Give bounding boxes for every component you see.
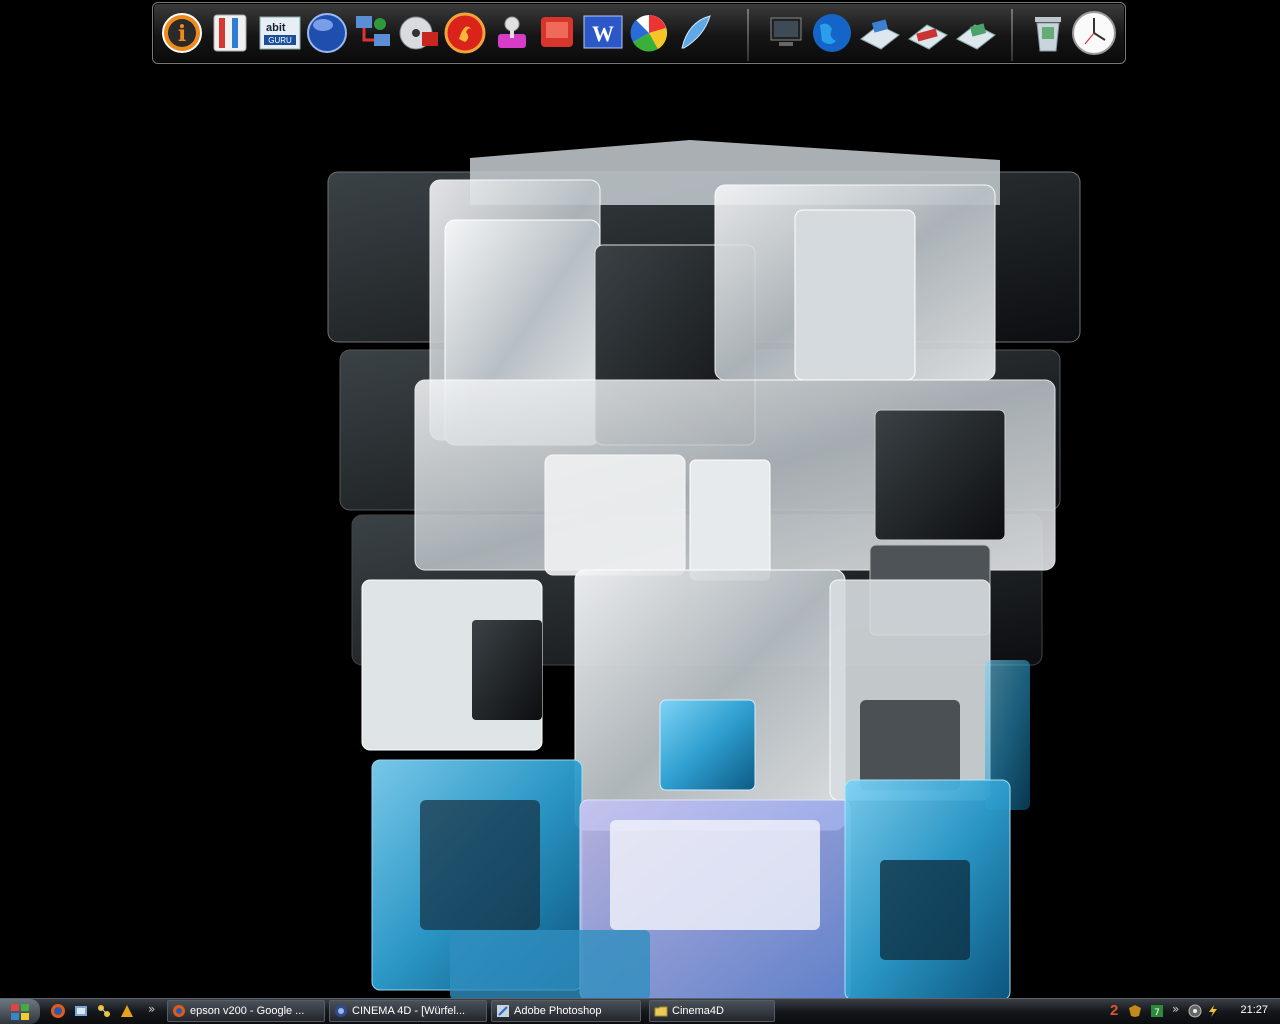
tray-lightning-icon[interactable] [1206,1004,1220,1018]
task-button-firefox[interactable]: epson v200 - Google ... [167,1000,325,1022]
tray-shield-icon[interactable] [1128,1004,1142,1018]
system-tray: 2 7 » 21:27 [1110,999,1280,1024]
task-label: epson v200 - Google ... [190,1005,305,1017]
task-label: Cinema4D [672,1005,724,1017]
globe-icon[interactable] [809,10,855,56]
recycle-bin-icon[interactable] [1025,10,1071,56]
quicklaunch-more-chevron[interactable]: » [148,1002,155,1016]
explorer-quicklaunch-icon[interactable] [73,1003,89,1019]
keys-icon[interactable] [488,10,534,56]
folder-icon [654,1006,668,1017]
firefox-quicklaunch-icon[interactable] [50,1003,66,1019]
feather-icon[interactable] [672,10,718,56]
svg-text:abit: abit [266,22,286,34]
photos-folder-icon[interactable] [857,10,903,56]
start-button[interactable] [0,999,40,1024]
video-folder-icon[interactable] [905,10,951,56]
task-button-photoshop[interactable]: Adobe Photoshop [491,1000,641,1022]
svg-text:i: i [178,21,186,47]
photo-app-icon[interactable] [534,10,580,56]
taskbar: » epson v200 - Google ... CINEMA 4D - [W… [0,998,1280,1024]
clock-icon[interactable] [1071,10,1117,56]
firefox-icon[interactable] [442,10,488,56]
tray-expand-chevron[interactable]: » [1172,1002,1179,1016]
task-label: Adobe Photoshop [514,1005,602,1017]
picasa-icon[interactable] [626,10,672,56]
firefox-icon [173,1005,185,1017]
dock-separator [1011,9,1013,61]
network-icon[interactable] [350,10,396,56]
svg-text:GURU: GURU [268,36,292,45]
dock-separator [747,9,749,61]
winamp-quicklaunch-icon[interactable] [119,1003,135,1019]
svg-text:W: W [592,21,614,46]
task-button-cinema4d[interactable]: CINEMA 4D - [Würfel... [329,1000,487,1022]
cinema4d-icon [335,1005,347,1017]
dvd-burn-icon[interactable] [396,10,442,56]
windows-logo-icon [11,1003,29,1020]
images-folder-icon[interactable] [953,10,999,56]
info-icon[interactable]: i [159,10,205,56]
task-button-cinema4d-folder[interactable]: Cinema4D [649,1000,775,1022]
thermometer-icon[interactable] [207,10,253,56]
blue-orb-icon[interactable] [304,10,350,56]
tray-green-icon[interactable]: 7 [1150,1004,1164,1018]
volume-icon[interactable] [1188,1004,1202,1018]
svg-text:7: 7 [1154,1008,1160,1018]
tray-badge[interactable]: 2 [1110,1002,1118,1019]
network-quicklaunch-icon[interactable] [96,1003,112,1019]
my-computer-icon[interactable] [763,10,809,56]
desktop-wallpaper [327,140,1081,1000]
taskbar-clock[interactable]: 21:27 [1240,1004,1268,1016]
task-label: CINEMA 4D - [Würfel... [352,1005,466,1017]
application-dock: i abit GURU W [152,2,1126,64]
abit-guru-icon[interactable]: abit GURU [257,10,303,56]
word-icon[interactable]: W [580,10,626,56]
photoshop-icon [497,1005,509,1017]
